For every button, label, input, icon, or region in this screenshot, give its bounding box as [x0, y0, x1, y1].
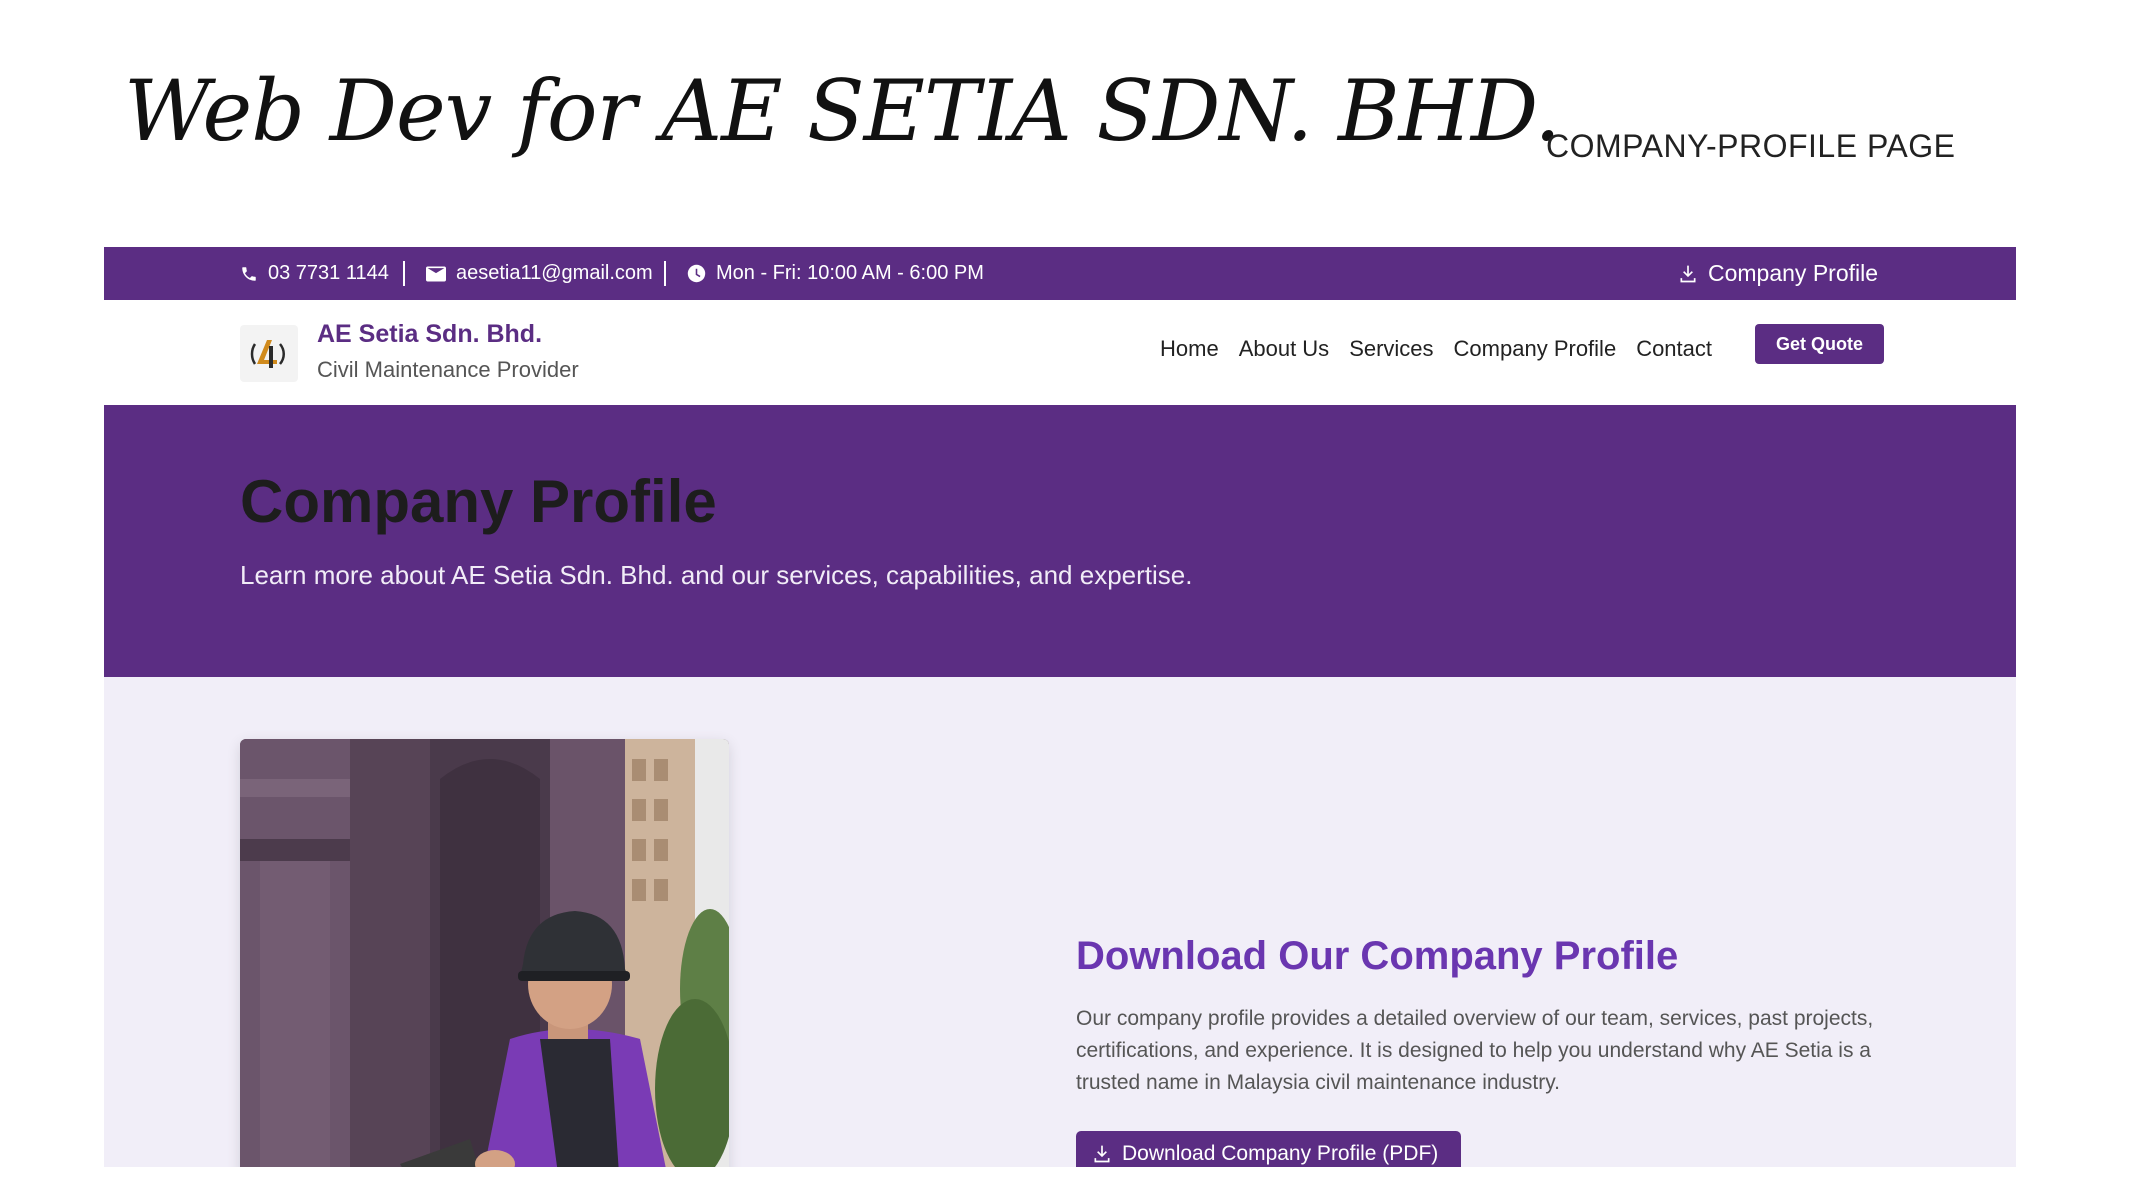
- slide-subtitle: COMPANY-PROFILE PAGE: [1546, 128, 1956, 164]
- topbar-profile-label: Company Profile: [1708, 260, 1879, 286]
- phone-number: 03 7731 1144: [268, 262, 389, 284]
- download-section-text: Our company profile provides a detailed …: [1076, 1007, 1874, 1094]
- phone-contact[interactable]: 03 7731 1144: [240, 247, 389, 300]
- engineer-illustration: [240, 739, 729, 1167]
- slide-title: Web Dev for AE SETIA SDN. BHD.: [124, 62, 1561, 160]
- logo-icon: [250, 339, 285, 368]
- main-navigation: AE Setia Sdn. Bhd. Civil Maintenance Pro…: [104, 300, 2016, 405]
- nav-home[interactable]: Home: [1160, 336, 1219, 362]
- brand-name[interactable]: AE Setia Sdn. Bhd.: [317, 320, 542, 349]
- divider: [664, 261, 666, 286]
- mail-icon: [426, 266, 446, 281]
- divider: [403, 261, 405, 286]
- nav-links: Home About Us Services Company Profile C…: [1160, 336, 1712, 362]
- phone-icon: [242, 266, 256, 281]
- nav-services[interactable]: Services: [1349, 336, 1433, 362]
- company-logo[interactable]: [240, 325, 298, 382]
- business-hours: Mon - Fri: 10:00 AM - 6:00 PM: [687, 247, 984, 300]
- nav-contact[interactable]: Contact: [1636, 336, 1712, 362]
- get-quote-button[interactable]: Get Quote: [1755, 324, 1884, 364]
- download-pdf-button[interactable]: Download Company Profile (PDF): [1076, 1131, 1461, 1167]
- engineer-photo: [240, 739, 729, 1167]
- hours-text: Mon - Fri: 10:00 AM - 6:00 PM: [716, 262, 984, 284]
- page-subtitle: Learn more about AE Setia Sdn. Bhd. and …: [240, 560, 1193, 590]
- download-pdf-label: Download Company Profile (PDF): [1122, 1142, 1439, 1165]
- download-icon: [1680, 265, 1696, 282]
- download-icon: [1094, 1145, 1110, 1163]
- brand-tagline: Civil Maintenance Provider: [317, 357, 579, 382]
- topbar-company-profile-link[interactable]: Company Profile: [1678, 247, 1878, 300]
- top-info-bar: 03 7731 1144 aesetia11@gmail.com Mon - F…: [104, 247, 2016, 300]
- clock-icon: [687, 264, 706, 283]
- website-screenshot: 03 7731 1144 aesetia11@gmail.com Mon - F…: [104, 247, 2016, 1167]
- email-contact[interactable]: aesetia11@gmail.com: [426, 247, 653, 300]
- hero-banner: Company Profile Learn more about AE Seti…: [104, 405, 2016, 677]
- download-section-title: Download Our Company Profile: [1076, 934, 1679, 978]
- nav-company-profile[interactable]: Company Profile: [1454, 336, 1617, 362]
- email-address: aesetia11@gmail.com: [456, 262, 653, 284]
- page-title: Company Profile: [240, 468, 717, 535]
- nav-about-us[interactable]: About Us: [1239, 336, 1330, 362]
